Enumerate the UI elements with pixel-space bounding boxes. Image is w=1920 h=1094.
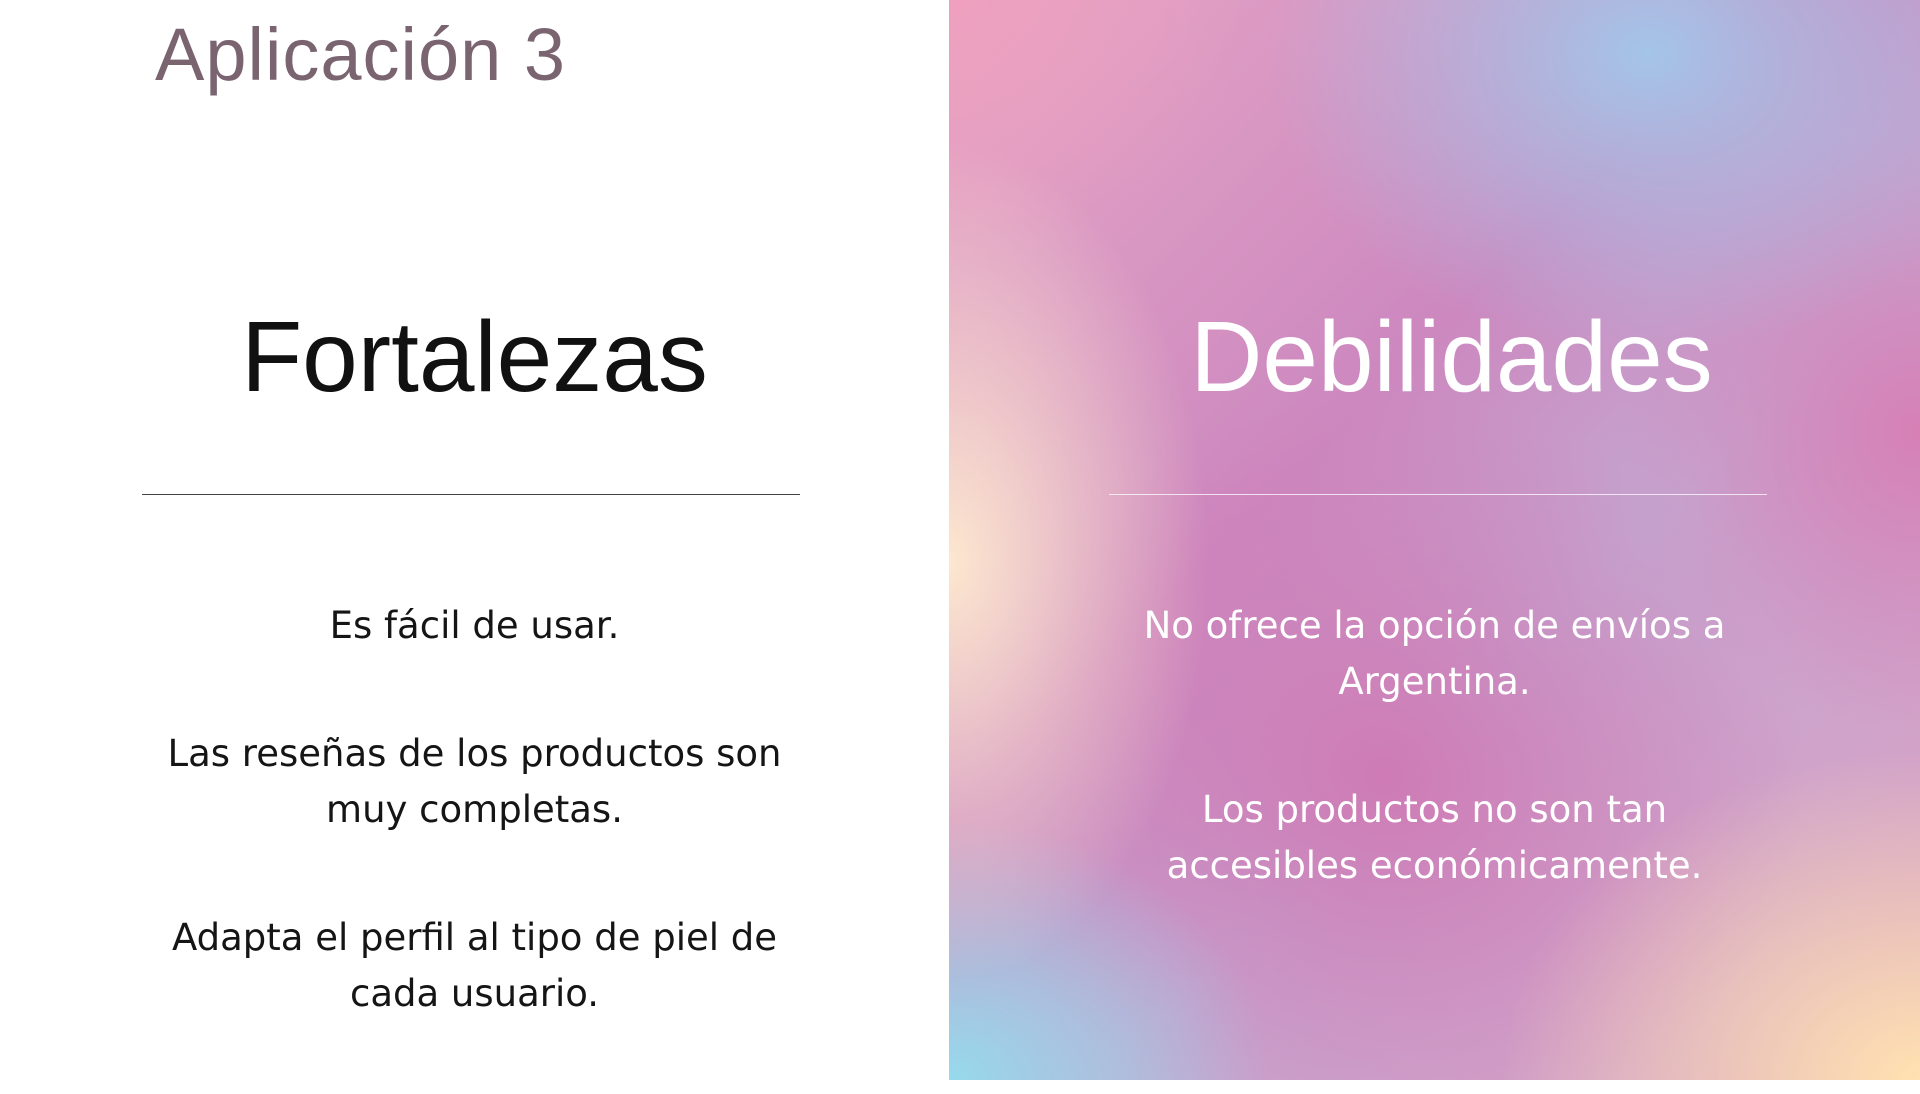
weaknesses-divider xyxy=(1109,494,1767,495)
strengths-heading: Fortalezas xyxy=(241,301,708,413)
strength-item: Es fácil de usar. xyxy=(329,604,620,647)
weaknesses-list: No ofrece la opción de envíos a Argentin… xyxy=(949,598,1920,966)
slide-title: Aplicación 3 xyxy=(155,13,567,96)
strength-item: Adapta el perfil al tipo de piel de cada… xyxy=(171,916,778,1015)
weakness-item: Los productos no son tan accesibles econ… xyxy=(1166,788,1703,887)
strength-item: Las reseñas de los productos son muy com… xyxy=(167,732,782,831)
weaknesses-heading: Debilidades xyxy=(1190,301,1713,413)
strengths-panel: Fortalezas Es fácil de usar. Las reseñas… xyxy=(0,0,949,1080)
strengths-list: Es fácil de usar. Las reseñas de los pro… xyxy=(0,598,949,1094)
weaknesses-panel: Debilidades No ofrece la opción de envío… xyxy=(949,0,1920,1080)
strengths-divider xyxy=(142,494,800,495)
weakness-item: No ofrece la opción de envíos a Argentin… xyxy=(1143,604,1726,703)
